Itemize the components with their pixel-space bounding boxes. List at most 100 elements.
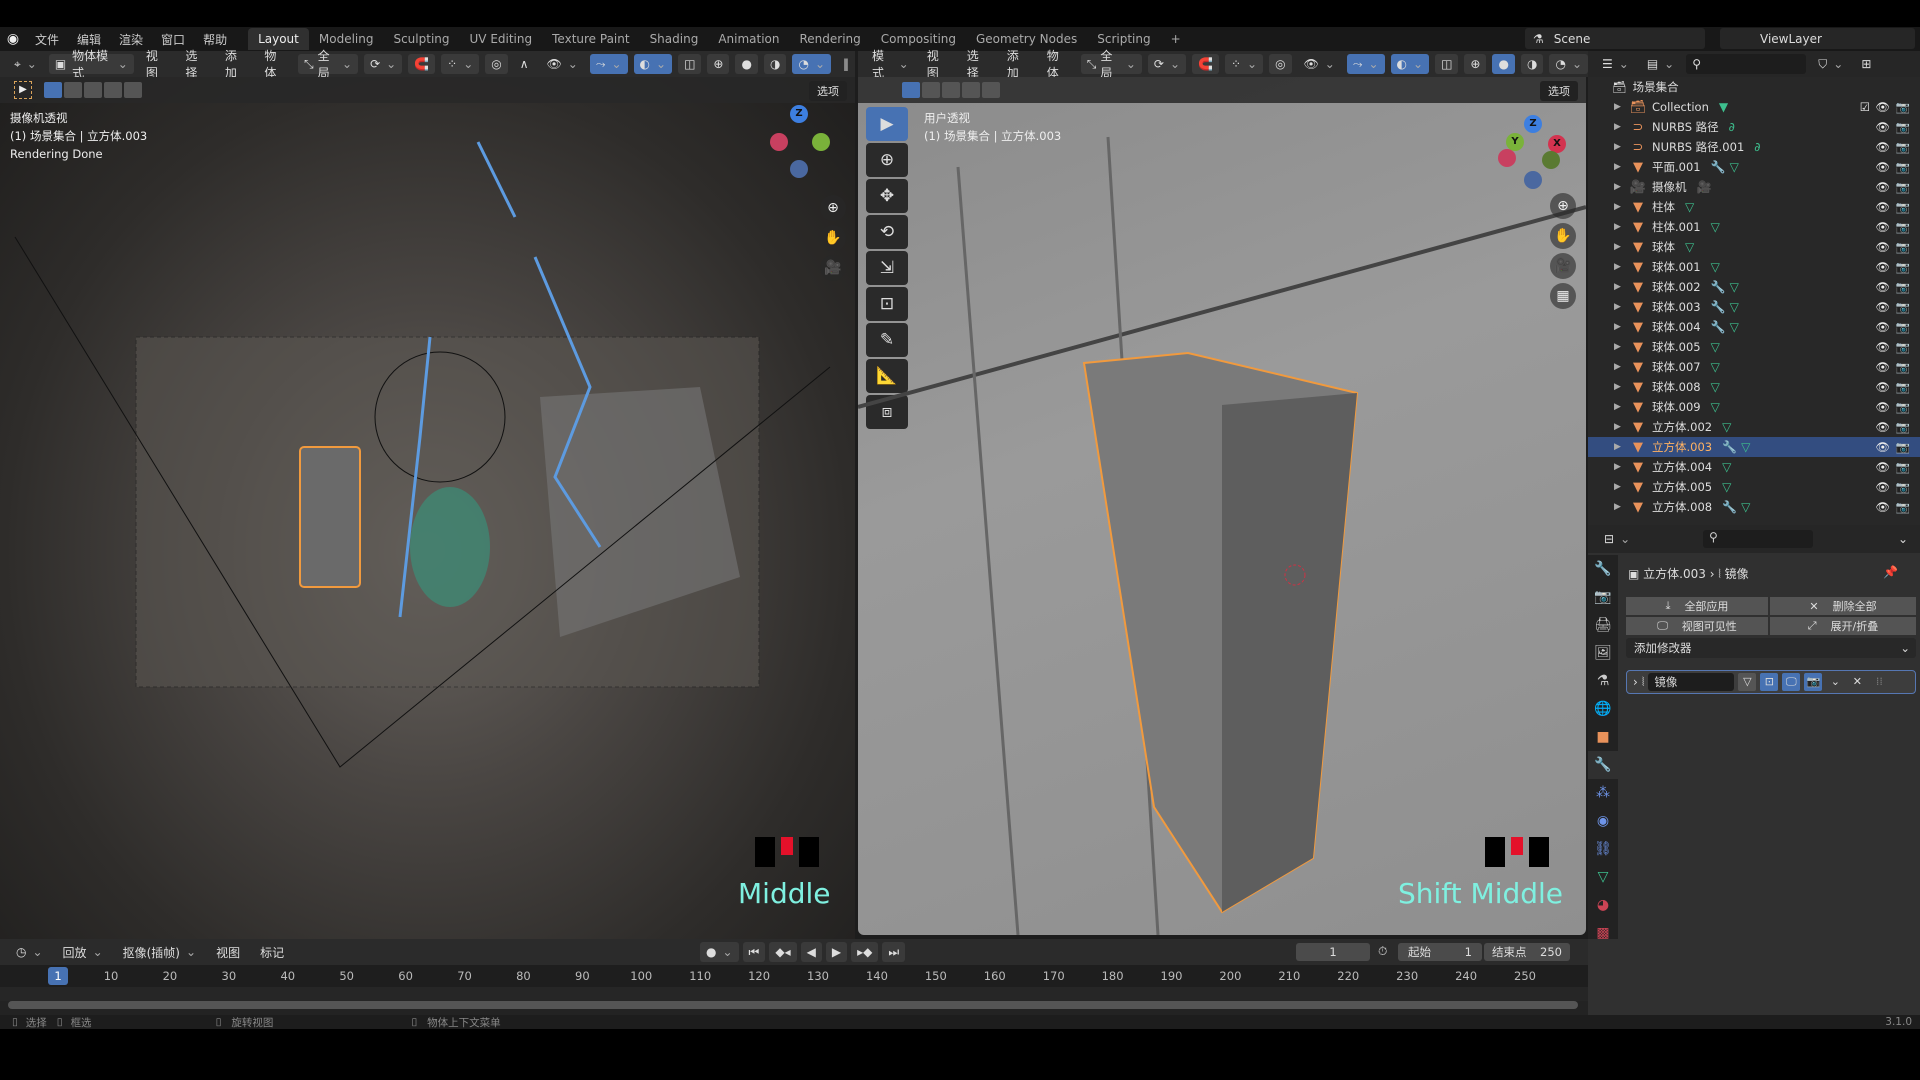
expand-arrow-icon[interactable]: ▶ [1614, 282, 1628, 292]
data-icon[interactable]: ▽ [1711, 400, 1720, 414]
expand-collapse-button[interactable]: ⤢ 展开/折叠 [1770, 617, 1916, 635]
expand-arrow-icon[interactable]: ▶ [1614, 242, 1628, 252]
output-tab-icon[interactable]: 🖨 [1588, 611, 1618, 639]
auto-key-button[interactable]: ● [700, 942, 739, 962]
xray-toggle[interactable]: ◫ [678, 54, 702, 74]
shading-material[interactable]: ◑ [763, 54, 787, 74]
view-layer-tab-icon[interactable]: 🖼 [1588, 639, 1618, 667]
expand-arrow-icon[interactable]: ▶ [1614, 102, 1628, 112]
menu-help[interactable]: 帮助 [194, 31, 236, 48]
gizmo-neg-y[interactable] [1542, 151, 1560, 169]
eye-icon[interactable]: 👁 [1875, 380, 1890, 394]
new-collection-button[interactable]: ⊞ [1855, 54, 1877, 74]
gizmo-toggle[interactable]: ⤳ [589, 54, 628, 74]
eye-icon[interactable]: 👁 [1875, 360, 1890, 374]
transform-orientation-dropdown-right[interactable]: ⤡ 全局 [1080, 49, 1142, 80]
render-camera-icon[interactable]: 📷 [1896, 400, 1910, 414]
render-camera-icon[interactable]: 📷 [1896, 100, 1910, 114]
render-camera-icon[interactable]: 📷 [1896, 380, 1910, 394]
menu-window[interactable]: 窗口 [152, 31, 194, 48]
pin-icon[interactable]: 📌 [1883, 565, 1898, 579]
snap-toggle[interactable]: 🧲 [408, 54, 436, 74]
data-icon[interactable]: ▽ [1711, 360, 1720, 374]
render-camera-icon[interactable]: 📷 [1896, 320, 1910, 334]
expand-arrow-icon[interactable]: ▶ [1614, 382, 1628, 392]
data-icon[interactable]: ∂ [1729, 120, 1735, 134]
scene-selector[interactable]: ⚗ Scene [1525, 28, 1705, 49]
modifier-wrench-icon[interactable]: 🔧 [1711, 300, 1726, 314]
render-camera-icon[interactable]: 📷 [1896, 240, 1910, 254]
eye-icon[interactable]: 👁 [1875, 460, 1890, 474]
shading-solid[interactable]: ● [735, 54, 758, 74]
stopwatch-icon[interactable]: ⏱ [1378, 944, 1387, 959]
eye-icon[interactable]: 👁 [1875, 400, 1890, 414]
next-key-icon[interactable]: ▸◆ [851, 942, 879, 962]
menu-add[interactable]: 添加 [219, 49, 253, 80]
render-camera-icon[interactable]: 📷 [1896, 280, 1910, 294]
outliner-row[interactable]: ▶ ▼ 立方体.002 ▽ 👁 📷 [1588, 417, 1920, 437]
data-icon[interactable]: ▽ [1730, 280, 1739, 294]
menu-object-right[interactable]: 物体 [1041, 49, 1075, 80]
shading-rendered[interactable]: ◔ [792, 54, 831, 74]
outliner-search[interactable]: ⚲ [1686, 54, 1807, 74]
data-icon[interactable]: ▽ [1685, 240, 1694, 254]
overlay-toggle[interactable]: ◐ [633, 54, 673, 74]
eye-icon[interactable]: 👁 [1875, 260, 1890, 274]
play-reverse-icon[interactable]: ◀ [800, 942, 822, 962]
timeline-tracks[interactable] [0, 987, 1588, 1001]
data-icon[interactable]: 🎥 [1697, 180, 1712, 194]
data-icon[interactable]: ▽ [1730, 320, 1739, 334]
expand-arrow-icon[interactable]: ▶ [1614, 342, 1628, 352]
expand-arrow-icon[interactable]: ▶ [1614, 502, 1628, 512]
zoom-icon[interactable]: ⊕ [820, 195, 846, 221]
tab-shading[interactable]: Shading [640, 28, 709, 50]
properties-editor-type[interactable]: ⊟ [1598, 529, 1636, 549]
expand-arrow-icon[interactable]: ▶ [1614, 202, 1628, 212]
data-icon[interactable]: ▽ [1711, 220, 1720, 234]
add-workspace-button[interactable]: + [1161, 28, 1191, 50]
eye-icon[interactable]: 👁 [1875, 440, 1890, 454]
render-camera-icon[interactable]: 📷 [1896, 160, 1910, 174]
data-icon[interactable]: ▼ [1719, 100, 1728, 114]
data-icon[interactable]: ▽ [1711, 380, 1720, 394]
camera-view-icon[interactable]: 🎥 [820, 255, 846, 281]
current-frame-field[interactable]: 1 [1296, 943, 1370, 961]
render-camera-icon[interactable]: 📷 [1896, 500, 1910, 514]
tab-texture-paint[interactable]: Texture Paint [542, 28, 639, 50]
expand-arrow-icon[interactable]: ▶ [1614, 482, 1628, 492]
shading-solid-right[interactable]: ● [1492, 54, 1515, 74]
data-icon[interactable]: ▽ [1741, 500, 1750, 514]
render-camera-icon[interactable]: 📷 [1896, 420, 1910, 434]
prev-key-icon[interactable]: ◆◂ [769, 942, 797, 962]
menu-file[interactable]: 文件 [26, 31, 68, 48]
gizmo-toggle-right[interactable]: ⤳ [1346, 54, 1385, 74]
expand-arrow-icon[interactable]: ▶ [1614, 322, 1628, 332]
eye-icon[interactable]: 👁 [1875, 340, 1890, 354]
data-icon[interactable]: ▽ [1711, 260, 1720, 274]
jump-end-icon[interactable]: ⏭ [882, 942, 906, 962]
blender-logo-icon[interactable]: ◉ [0, 31, 26, 47]
modifier-wrench-icon[interactable]: 🔧 [1711, 160, 1726, 174]
zoom-icon[interactable]: ⊕ [1550, 193, 1576, 219]
drag-handle-icon[interactable]: ⁞⁞ [1870, 673, 1888, 691]
timeline-editor-type[interactable]: ◷ [10, 942, 49, 962]
apply-all-button[interactable]: ⤓ 全部应用 [1626, 597, 1768, 615]
data-icon[interactable]: ▽ [1730, 300, 1739, 314]
render-camera-icon[interactable]: 📷 [1896, 220, 1910, 234]
start-frame-field[interactable]: 起始 1 [1398, 943, 1482, 961]
render-camera-icon[interactable]: 📷 [1896, 440, 1910, 454]
render-toggle[interactable]: 📷 [1804, 673, 1823, 691]
expand-arrow-icon[interactable]: ▶ [1614, 302, 1628, 312]
menu-add-right[interactable]: 添加 [1001, 49, 1035, 80]
mode-dropdown[interactable]: ▣ 物体模式 [48, 49, 134, 80]
expand-arrow-icon[interactable]: ▶ [1614, 422, 1628, 432]
outliner-row[interactable]: ▶ ▼ 球体.005 ▽ 👁 📷 [1588, 337, 1920, 357]
pivot-button-right[interactable]: ⟳ [1147, 54, 1186, 74]
falloff-button[interactable]: ∧ [514, 54, 535, 74]
camera-viewport[interactable]: 选项 ▶ 摄像机透视 (1) 场景集合 | 立方体.003 Rendering … [0, 77, 855, 939]
eye-icon[interactable]: 👁 [1875, 280, 1890, 294]
eye-icon[interactable]: 👁 [1875, 240, 1890, 254]
visibility-button[interactable]: 👁 [541, 54, 584, 74]
snap-target-right[interactable]: ⁘ [1224, 54, 1264, 74]
eye-icon[interactable]: 👁 [1875, 480, 1890, 494]
